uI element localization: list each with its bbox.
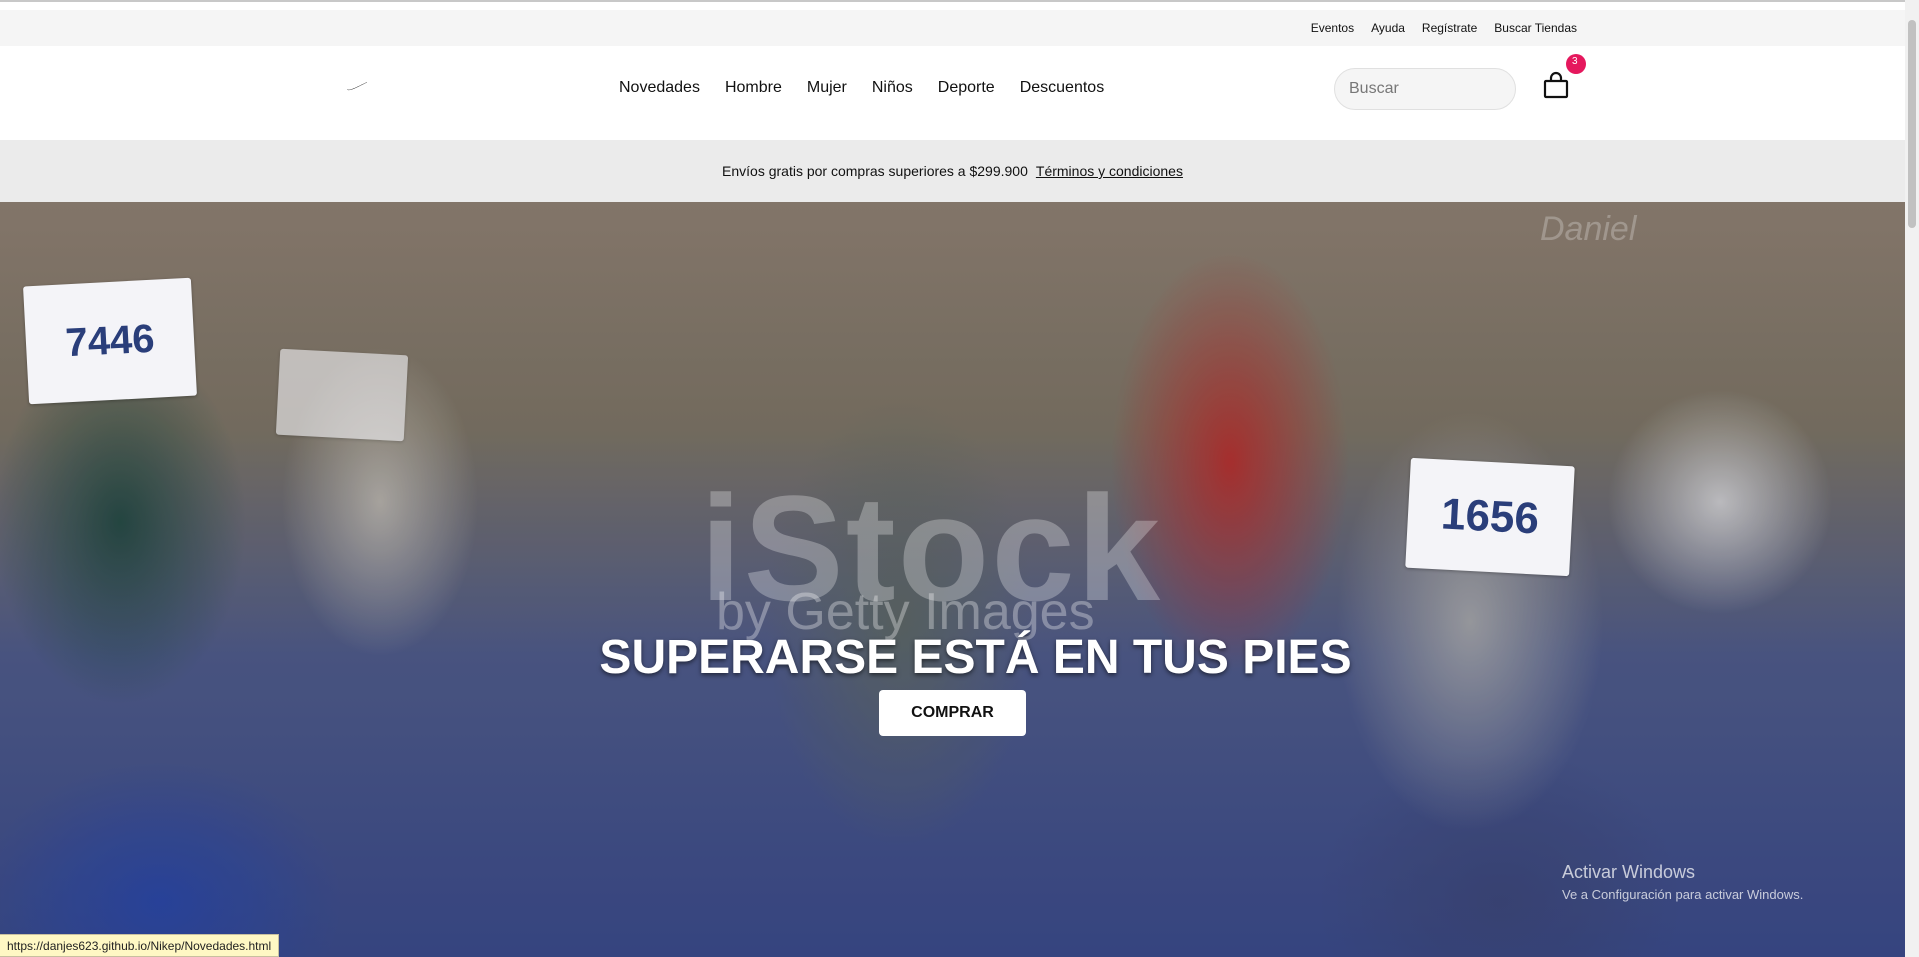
nav-item-hombre[interactable]: Hombre <box>725 79 782 97</box>
search-input[interactable] <box>1334 68 1516 110</box>
race-bib-blurred <box>275 348 409 442</box>
shopping-bag-icon[interactable] <box>1542 70 1570 100</box>
race-bib: 7446 <box>23 277 197 405</box>
utility-bar: Eventos Ayuda Regístrate Buscar Tiendas <box>0 10 1905 46</box>
utility-link-registrate[interactable]: Regístrate <box>1422 21 1477 35</box>
promo-banner: Envíos gratis por compras superiores a $… <box>0 140 1905 202</box>
activate-windows-notice: Activar Windows Ve a Configuración para … <box>1562 862 1803 902</box>
shop-button[interactable]: COMPRAR <box>879 690 1026 736</box>
vertical-scrollbar[interactable] <box>1905 0 1919 957</box>
utility-link-eventos[interactable]: Eventos <box>1311 21 1354 35</box>
credit-watermark: Daniel <box>1540 210 1637 248</box>
hero-banner: 7446 1656 iStock by Getty Images Daniel … <box>0 202 1905 957</box>
nav-item-ninos[interactable]: Niños <box>872 79 913 97</box>
activate-windows-title: Activar Windows <box>1562 862 1696 882</box>
nav-item-mujer[interactable]: Mujer <box>807 79 847 97</box>
page: Eventos Ayuda Regístrate Buscar Tiendas … <box>0 0 1919 957</box>
main-header: Novedades Hombre Mujer Niños Deporte Des… <box>0 46 1905 140</box>
activate-windows-subtitle: Ve a Configuración para activar Windows. <box>1562 887 1804 902</box>
nav-item-deporte[interactable]: Deporte <box>938 79 995 97</box>
status-bar-url: https://danjes623.github.io/Nikep/Noveda… <box>0 934 280 957</box>
nav-item-novedades[interactable]: Novedades <box>619 79 700 97</box>
utility-link-buscar-tiendas[interactable]: Buscar Tiendas <box>1494 21 1577 35</box>
utility-links: Eventos Ayuda Regístrate Buscar Tiendas <box>1311 10 1577 46</box>
hero-title: SUPERARSE ESTÁ EN TUS PIES <box>599 631 1352 684</box>
main-nav: Novedades Hombre Mujer Niños Deporte Des… <box>619 46 1104 130</box>
terms-link[interactable]: Términos y condiciones <box>1036 163 1183 179</box>
promo-text: Envíos gratis por compras superiores a $… <box>722 163 1028 179</box>
nike-swoosh-icon[interactable] <box>346 78 368 91</box>
nav-item-descuentos[interactable]: Descuentos <box>1020 79 1105 97</box>
top-border <box>0 0 1905 2</box>
scrollbar-thumb[interactable] <box>1908 20 1916 228</box>
race-bib: 1656 <box>1405 457 1575 577</box>
cart-count-badge: 3 <box>1566 54 1586 74</box>
utility-link-ayuda[interactable]: Ayuda <box>1371 21 1405 35</box>
